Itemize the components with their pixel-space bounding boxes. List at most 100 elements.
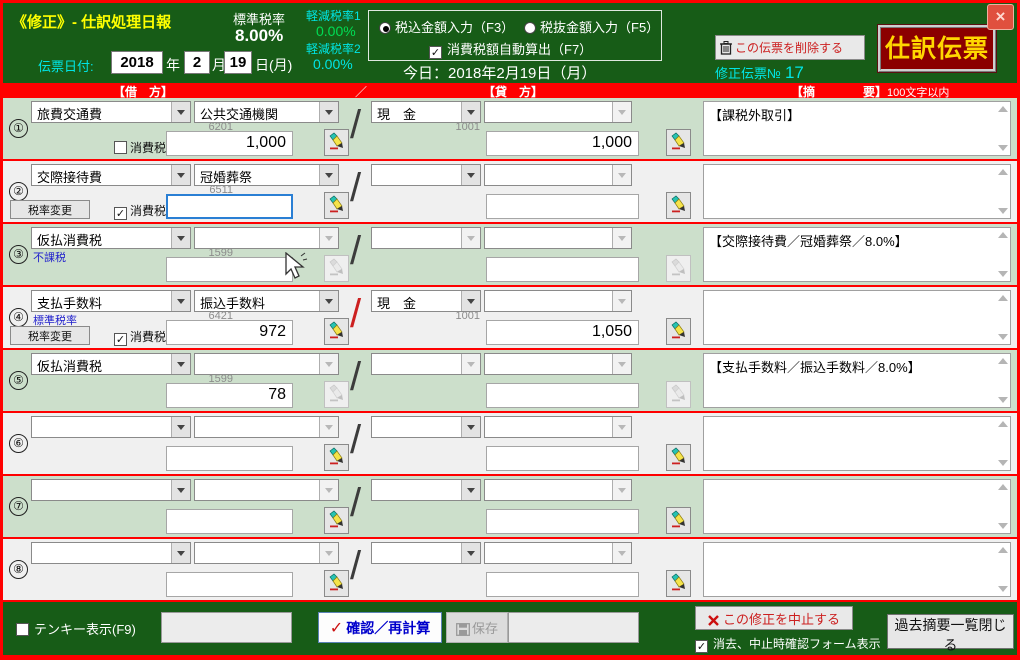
credit-account-select[interactable] <box>371 227 481 249</box>
memo-textarea[interactable] <box>703 542 1011 597</box>
past-memo-list-button[interactable]: 過去摘要一覧閉じる <box>887 614 1014 653</box>
scroll-down-icon[interactable] <box>998 460 1008 466</box>
debit-amount-input[interactable]: 1,000 <box>166 131 293 156</box>
credit-account-select[interactable] <box>371 479 481 501</box>
memo-edit-icon-button[interactable] <box>666 129 691 156</box>
credit-subaccount-select[interactable] <box>484 416 632 438</box>
date-year-input[interactable]: 2018 <box>111 51 163 74</box>
debit-amount-input[interactable] <box>166 257 293 282</box>
consumption-tax-checkbox[interactable]: 消費税 <box>114 139 166 156</box>
close-button[interactable]: × <box>987 4 1014 30</box>
memo-edit-icon-button[interactable] <box>324 192 349 219</box>
memo-edit-icon-button[interactable] <box>666 255 691 282</box>
memo-textarea[interactable] <box>703 416 1011 471</box>
debit-subaccount-select[interactable] <box>194 416 339 438</box>
debit-amount-input[interactable] <box>166 446 293 471</box>
scroll-up-icon[interactable] <box>998 484 1008 490</box>
delete-slip-button[interactable]: この伝票を削除する <box>715 35 865 60</box>
credit-account-select[interactable] <box>371 416 481 438</box>
rate-change-button[interactable]: 税率変更 <box>10 326 90 345</box>
credit-account-select[interactable] <box>371 164 481 186</box>
memo-edit-icon-button[interactable] <box>666 192 691 219</box>
debit-subaccount-select[interactable] <box>194 479 339 501</box>
credit-amount-input[interactable]: 1,000 <box>486 131 639 156</box>
memo-textarea[interactable]: 【課税外取引】 <box>703 101 1011 156</box>
debit-subaccount-select[interactable]: 振込手数料 <box>194 290 339 312</box>
credit-amount-input[interactable] <box>486 194 639 219</box>
credit-subaccount-select[interactable] <box>484 101 632 123</box>
memo-textarea[interactable]: 【交際接待費／冠婚葬祭／8.0%】 <box>703 227 1011 282</box>
status-display-left[interactable] <box>161 612 292 643</box>
confirm-form-checkbox[interactable]: ✓ 消去、中止時確認フォーム表示 <box>695 635 881 653</box>
journal-voucher-button[interactable]: 仕訳伝票 <box>877 24 997 73</box>
consumption-tax-checkbox[interactable]: ✓ 消費税 <box>114 202 166 220</box>
radio-tax-excluded[interactable]: 税抜金額入力（F5） <box>524 17 659 36</box>
scroll-down-icon[interactable] <box>998 523 1008 529</box>
debit-account-select[interactable]: 支払手数料 <box>31 290 191 312</box>
debit-account-select[interactable] <box>31 479 191 501</box>
credit-subaccount-select[interactable] <box>484 542 632 564</box>
scroll-up-icon[interactable] <box>998 232 1008 238</box>
credit-amount-input[interactable] <box>486 383 639 408</box>
memo-edit-icon-button[interactable] <box>324 318 349 345</box>
scroll-up-icon[interactable] <box>998 358 1008 364</box>
memo-edit-icon-button[interactable] <box>666 570 691 597</box>
auto-tax-checkbox[interactable]: ✓ 消費税額自動算出（F7） <box>429 39 592 59</box>
debit-amount-input[interactable] <box>166 194 293 219</box>
memo-textarea[interactable] <box>703 479 1011 534</box>
numpad-checkbox[interactable]: テンキー表示(F9) <box>16 619 136 638</box>
memo-edit-icon-button[interactable] <box>324 381 349 408</box>
memo-edit-icon-button[interactable] <box>324 255 349 282</box>
credit-account-select[interactable] <box>371 542 481 564</box>
cancel-edit-button[interactable]: この修正を中止する <box>695 606 853 630</box>
memo-edit-icon-button[interactable] <box>324 129 349 156</box>
credit-account-select[interactable] <box>371 353 481 375</box>
debit-account-select[interactable]: 仮払消費税 <box>31 353 191 375</box>
credit-amount-input[interactable] <box>486 572 639 597</box>
debit-subaccount-select[interactable]: 公共交通機関 <box>194 101 339 123</box>
credit-amount-input[interactable]: 1,050 <box>486 320 639 345</box>
credit-subaccount-select[interactable] <box>484 164 632 186</box>
save-button[interactable]: 保存 <box>446 612 508 643</box>
radio-tax-included[interactable]: 税込金額入力（F3） <box>379 17 514 36</box>
debit-account-select[interactable] <box>31 416 191 438</box>
debit-subaccount-select[interactable]: 冠婚葬祭 <box>194 164 339 186</box>
credit-subaccount-select[interactable] <box>484 290 632 312</box>
confirm-recalc-button[interactable]: ✓ 確認／再計算 <box>318 612 442 643</box>
consumption-tax-checkbox[interactable]: ✓ 消費税 <box>114 328 166 346</box>
memo-edit-icon-button[interactable] <box>666 507 691 534</box>
debit-amount-input[interactable]: 78 <box>166 383 293 408</box>
debit-amount-input[interactable] <box>166 572 293 597</box>
credit-amount-input[interactable] <box>486 257 639 282</box>
credit-amount-input[interactable] <box>486 446 639 471</box>
memo-textarea[interactable]: 【支払手数料／振込手数料／8.0%】 <box>703 353 1011 408</box>
debit-account-select[interactable]: 旅費交通費 <box>31 101 191 123</box>
scroll-up-icon[interactable] <box>998 421 1008 427</box>
scroll-up-icon[interactable] <box>998 169 1008 175</box>
date-day-input[interactable]: 19 <box>224 51 252 74</box>
debit-subaccount-select[interactable] <box>194 542 339 564</box>
scroll-down-icon[interactable] <box>998 145 1008 151</box>
memo-textarea[interactable] <box>703 164 1011 219</box>
credit-subaccount-select[interactable] <box>484 227 632 249</box>
status-display-right[interactable] <box>508 612 639 643</box>
debit-account-select[interactable]: 交際接待費 <box>31 164 191 186</box>
debit-account-select[interactable]: 仮払消費税 <box>31 227 191 249</box>
credit-subaccount-select[interactable] <box>484 353 632 375</box>
debit-account-select[interactable] <box>31 542 191 564</box>
memo-edit-icon-button[interactable] <box>324 570 349 597</box>
memo-edit-icon-button[interactable] <box>666 381 691 408</box>
memo-edit-icon-button[interactable] <box>666 444 691 471</box>
credit-subaccount-select[interactable] <box>484 479 632 501</box>
scroll-down-icon[interactable] <box>998 271 1008 277</box>
scroll-up-icon[interactable] <box>998 295 1008 301</box>
memo-textarea[interactable] <box>703 290 1011 345</box>
debit-amount-input[interactable]: 972 <box>166 320 293 345</box>
scroll-up-icon[interactable] <box>998 106 1008 112</box>
debit-amount-input[interactable] <box>166 509 293 534</box>
scroll-down-icon[interactable] <box>998 334 1008 340</box>
debit-subaccount-select[interactable] <box>194 353 339 375</box>
scroll-down-icon[interactable] <box>998 397 1008 403</box>
memo-edit-icon-button[interactable] <box>666 318 691 345</box>
date-month-input[interactable]: 2 <box>184 51 210 74</box>
